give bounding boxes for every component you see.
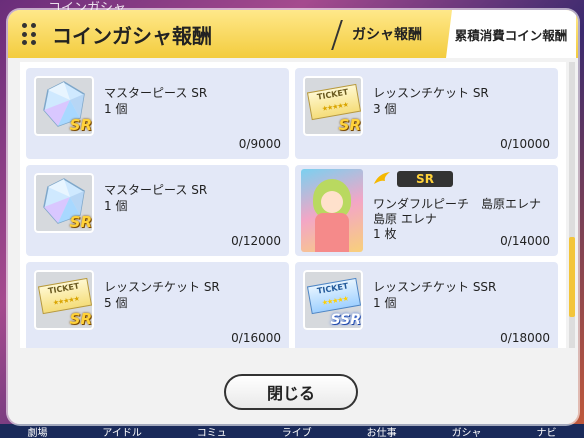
ticket-graphic: TICKET ★★★★★ bbox=[306, 277, 362, 315]
reward-grid: SR マスターピース SR 1 個 0/9000 TICKET ★★★★★ SR… bbox=[26, 68, 558, 348]
scrollbar-thumb[interactable] bbox=[569, 237, 575, 317]
reward-card[interactable]: TICKET ★★★★★ SR レッスンチケット SR 3 個 0/10000 bbox=[295, 68, 558, 159]
scrollbar[interactable] bbox=[569, 62, 575, 348]
ssr-badge: SSR bbox=[330, 312, 361, 328]
reward-modal: コインガシャ報酬 ガシャ報酬 累積消費コイン報酬 SR マスターピース SR 1… bbox=[8, 10, 578, 424]
reward-progress: 0/12000 bbox=[231, 234, 281, 248]
nav-live[interactable]: ライブ bbox=[274, 424, 320, 438]
reward-progress: 0/9000 bbox=[238, 137, 281, 151]
reward-card[interactable]: SR マスターピース SR 1 個 0/12000 bbox=[26, 165, 289, 256]
ticket-sr-icon: TICKET ★★★★★ SR bbox=[303, 76, 363, 136]
nav-navi[interactable]: ナビ bbox=[528, 424, 564, 438]
crystal-sr-icon: SR bbox=[34, 76, 94, 136]
sr-badge: SR bbox=[69, 116, 92, 134]
reward-card[interactable]: SR マスターピース SR 1 個 0/9000 bbox=[26, 68, 289, 159]
reward-quantity: 5 個 bbox=[104, 296, 128, 310]
reward-list[interactable]: SR マスターピース SR 1 個 0/9000 TICKET ★★★★★ SR… bbox=[20, 62, 566, 348]
drag-handle-icon bbox=[22, 23, 36, 47]
reward-card[interactable]: TICKET ★★★★★ SR レッスンチケット SR 5 個 0/16000 bbox=[26, 262, 289, 348]
idol-card-icon bbox=[301, 169, 363, 252]
nav-commu[interactable]: コミュ bbox=[189, 424, 235, 438]
sr-badge: SR bbox=[338, 116, 361, 134]
reward-name: レッスンチケット SSR bbox=[373, 280, 497, 294]
sr-badge: SR bbox=[69, 213, 92, 231]
reward-card[interactable]: SR ワンダフルピーチ 島原エレナ 島原 エレナ 1 枚 0/14000 bbox=[295, 165, 558, 256]
ticket-ssr-icon: TICKET ★★★★★ SSR bbox=[303, 270, 363, 330]
reward-quantity: 1 個 bbox=[104, 102, 128, 116]
tab-bar: ガシャ報酬 累積消費コイン報酬 bbox=[328, 10, 576, 58]
reward-name: マスターピース SR bbox=[104, 183, 208, 197]
reward-name: マスターピース SR bbox=[104, 86, 208, 100]
rarity-badge: SR bbox=[397, 171, 453, 187]
ticket-graphic: TICKET ★★★★★ bbox=[37, 277, 93, 315]
close-button[interactable]: 閉じる bbox=[224, 374, 358, 410]
bottom-nav: 劇場 アイドル コミュ ライブ お仕事 ガシャ ナビ bbox=[0, 424, 584, 438]
sr-badge: SR bbox=[69, 310, 92, 328]
ticket-graphic: TICKET ★★★★★ bbox=[306, 83, 362, 121]
modal-header: コインガシャ報酬 ガシャ報酬 累積消費コイン報酬 bbox=[8, 10, 578, 58]
nav-theater[interactable]: 劇場 bbox=[19, 424, 55, 438]
reward-card[interactable]: TICKET ★★★★★ SSR レッスンチケット SSR 1 個 0/1800… bbox=[295, 262, 558, 348]
reward-quantity: 1 個 bbox=[373, 296, 397, 310]
reward-name: レッスンチケット SR bbox=[104, 280, 220, 294]
reward-progress: 0/18000 bbox=[500, 331, 550, 345]
nav-gacha[interactable]: ガシャ bbox=[444, 424, 490, 438]
ticket-sr-icon: TICKET ★★★★★ SR bbox=[34, 270, 94, 330]
reward-quantity: 3 個 bbox=[373, 102, 397, 116]
reward-progress: 0/10000 bbox=[500, 137, 550, 151]
modal-footer: 閉じる bbox=[8, 352, 578, 424]
wing-icon bbox=[374, 172, 390, 184]
tab-cumulative-coin-rewards[interactable]: 累積消費コイン報酬 bbox=[446, 10, 576, 58]
reward-progress: 0/14000 bbox=[500, 234, 550, 248]
reward-quantity: 1 個 bbox=[104, 199, 128, 213]
crystal-sr-icon: SR bbox=[34, 173, 94, 233]
nav-idol[interactable]: アイドル bbox=[94, 424, 150, 438]
tab-gacha-rewards[interactable]: ガシャ報酬 bbox=[328, 10, 446, 58]
reward-progress: 0/16000 bbox=[231, 331, 281, 345]
nav-work[interactable]: お仕事 bbox=[359, 424, 405, 438]
modal-title: コインガシャ報酬 bbox=[52, 24, 212, 48]
reward-name: レッスンチケット SR bbox=[373, 86, 489, 100]
reward-quantity: 1 枚 bbox=[373, 227, 397, 241]
